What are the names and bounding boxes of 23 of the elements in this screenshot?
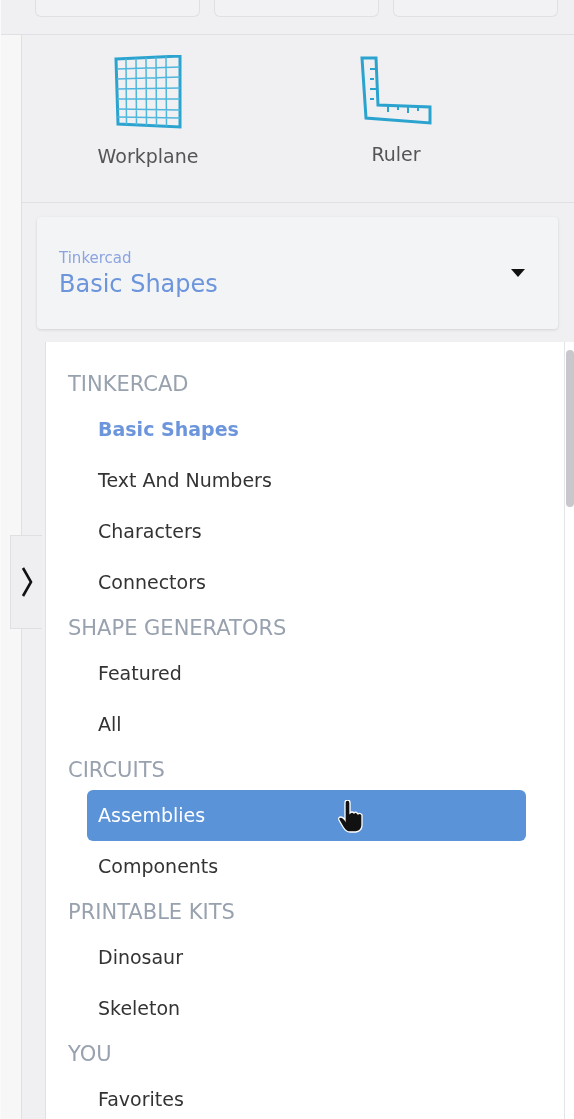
section-heading: TINKERCAD [68,371,190,398]
library-item[interactable]: Skeleton [87,983,526,1034]
expand-button[interactable] [10,535,42,629]
library-item[interactable]: Dinosaur [87,932,526,983]
library-item[interactable]: All [87,699,526,750]
hand-cursor-icon [338,800,364,834]
library-item[interactable]: Connectors [87,557,526,608]
library-item[interactable]: Featured [87,648,526,699]
ruler-icon [360,55,432,127]
caret-icon [511,269,525,277]
section-heading: SHAPE GENERATORS [68,615,288,642]
library-item[interactable]: Favorites [87,1074,526,1119]
scrollbar[interactable] [564,342,574,1119]
section-heading: PRINTABLE KITS [68,899,236,926]
grid-icon [114,55,182,129]
library-item[interactable]: Text And Numbers [87,455,526,506]
library-item[interactable]: Components [87,841,526,892]
section-heading: CIRCUITS [68,757,166,784]
library-item[interactable]: Characters [87,506,526,557]
tool-button[interactable]: Ruler [346,55,446,165]
chevron-right-icon [20,567,33,597]
section-heading: YOU [68,1041,113,1068]
tool-button[interactable]: Workplane [98,55,198,167]
